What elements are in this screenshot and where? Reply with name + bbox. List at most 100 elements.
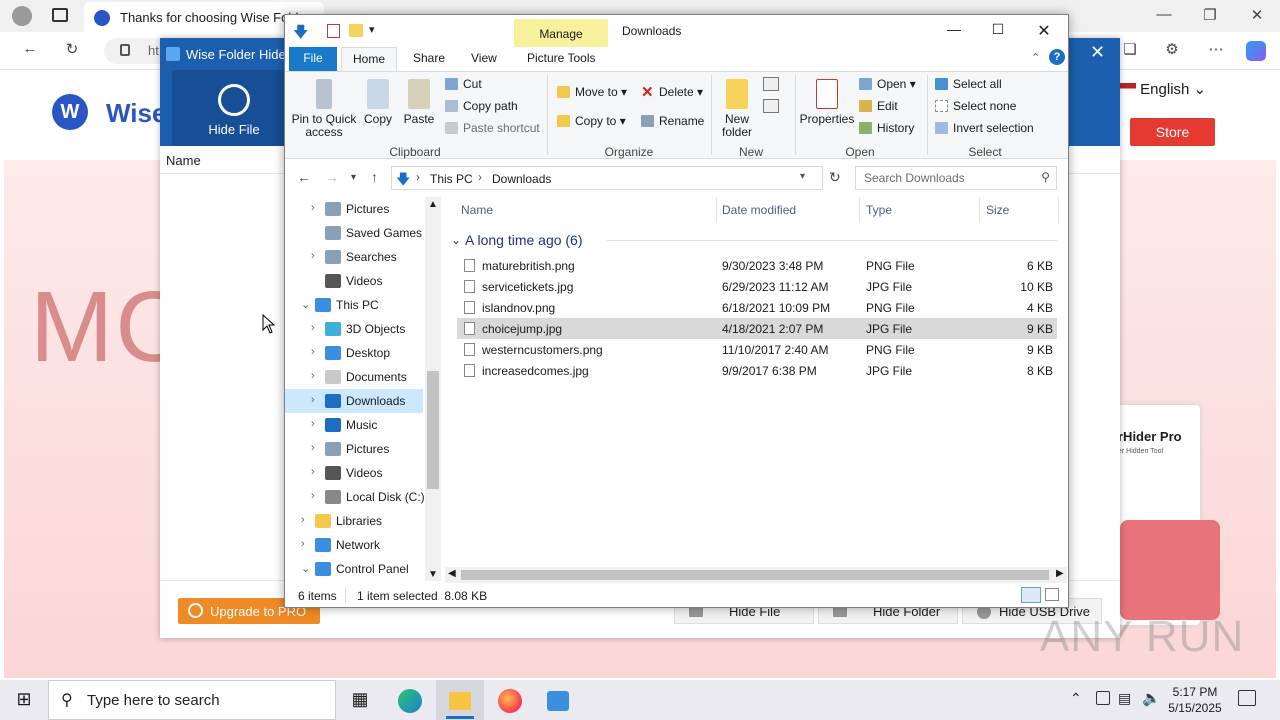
close-icon[interactable]: ✕ [1021, 21, 1067, 41]
tree-item-control-panel[interactable]: ⌄ Control Panel [285, 557, 423, 581]
chevron-right-icon[interactable]: › [311, 394, 315, 406]
tree-item-3d-objects[interactable]: › 3D Objects [285, 317, 423, 341]
tab-home[interactable]: Home [341, 47, 397, 72]
invert-selection-button[interactable]: Invert selection [935, 121, 1034, 135]
move-to-button[interactable]: Move to ▾ [557, 85, 627, 99]
tree-item-local-disk-c[interactable]: › Local Disk (C:) [285, 485, 425, 509]
tree-item-videos[interactable]: › Videos [285, 461, 423, 485]
properties-button[interactable]: Properties [799, 79, 855, 126]
nav-back-icon[interactable]: ← [297, 169, 311, 185]
taskbar-search-box[interactable]: ⚲ Type here to search [48, 680, 336, 720]
chevron-right-icon[interactable]: › [301, 514, 305, 526]
file-row[interactable]: servicetickets.jpg 6/29/2023 11:12 AM JPG … [457, 276, 1057, 297]
search-downloads-input[interactable]: Search Downloads ⚲ [855, 166, 1057, 190]
file-explorer-icon[interactable] [436, 680, 484, 720]
hscroll-left-icon[interactable]: ◀ [448, 568, 456, 579]
nav-scroll-up-icon[interactable]: ▲ [428, 199, 438, 210]
tab-actions-icon[interactable] [52, 8, 68, 22]
windows-start-icon[interactable]: ⊞ [0, 680, 48, 720]
tree-item-desktop[interactable]: › Desktop [285, 341, 423, 365]
select-none-button[interactable]: Select none [935, 99, 1016, 113]
rename-button[interactable]: Rename [641, 114, 704, 128]
language-selector[interactable]: English ⌄ [1120, 80, 1206, 98]
tree-item-videos[interactable]: Videos [285, 269, 423, 293]
cut-button[interactable]: Cut [445, 77, 482, 91]
restore-browser-icon[interactable]: ❐ [1198, 6, 1222, 24]
tree-item-saved-games[interactable]: Saved Games [285, 221, 423, 245]
back-icon[interactable]: ← [18, 40, 42, 57]
tab-picture-tools[interactable]: Picture Tools [527, 51, 595, 65]
firefox-icon[interactable] [486, 680, 534, 720]
column-separator[interactable] [979, 197, 980, 223]
network-icon[interactable]: ▤ [1118, 690, 1131, 707]
tree-item-pictures[interactable]: › Pictures [285, 197, 423, 221]
chevron-right-icon[interactable]: › [311, 466, 315, 478]
delete-button[interactable]: ✕ Delete ▾ [641, 84, 703, 101]
group-collapse-icon[interactable]: ⌄ [451, 233, 461, 247]
close-browser-icon[interactable]: ✕ [1245, 6, 1269, 24]
new-item-icon[interactable] [763, 77, 779, 91]
wfh-close-icon[interactable]: ✕ [1090, 42, 1105, 63]
taskbar-clock[interactable]: 5:17 PM 5/15/2025 [1160, 684, 1230, 716]
wise-logo-icon[interactable]: W [52, 94, 88, 130]
column-separator[interactable] [716, 197, 717, 223]
new-folder-qat-icon[interactable] [349, 24, 363, 37]
paste-shortcut-button[interactable]: Paste shortcut [445, 121, 540, 135]
tab-share[interactable]: Share [413, 51, 445, 65]
address-dropdown-icon[interactable]: ▾ [800, 171, 805, 182]
chevron-right-icon[interactable]: › [311, 322, 315, 334]
large-icons-view-icon[interactable] [1045, 588, 1059, 601]
history-button[interactable]: History [859, 121, 914, 135]
minimize-icon[interactable]: — [931, 21, 977, 37]
collections-icon[interactable]: ❏ [1118, 40, 1142, 58]
tree-item-pictures[interactable]: › Pictures [285, 437, 423, 461]
breadcrumb-downloads[interactable]: Downloads [492, 172, 551, 186]
volume-icon[interactable]: 🔈 [1142, 689, 1161, 707]
chevron-right-icon[interactable]: › [311, 202, 315, 214]
column-header-size[interactable]: Size [986, 203, 1009, 217]
tree-item-this-pc[interactable]: ⌄ This PC [285, 293, 423, 317]
copilot-icon[interactable] [1246, 41, 1266, 61]
more-menu-icon[interactable]: ⋯ [1204, 40, 1228, 58]
properties-qat-icon[interactable] [327, 24, 340, 38]
details-view-icon[interactable] [1021, 587, 1041, 603]
pin-quick-access-button[interactable]: Pin to Quick access [289, 79, 359, 139]
profile-icon[interactable] [12, 6, 32, 26]
ribbon-collapse-icon[interactable]: ⌃ [1031, 51, 1040, 64]
help-icon[interactable]: ? [1049, 49, 1065, 65]
edge-icon[interactable] [386, 680, 434, 720]
breadcrumb-this-pc[interactable]: This PC [430, 172, 473, 186]
chevron-right-icon[interactable]: › [311, 418, 315, 430]
up-icon[interactable]: ↑ [371, 169, 378, 185]
notifications-icon[interactable] [1238, 690, 1256, 706]
select-all-button[interactable]: Select all [935, 77, 1002, 91]
edit-button[interactable]: Edit [859, 99, 898, 113]
copy-button[interactable]: Copy [361, 79, 395, 126]
chevron-right-icon[interactable]: › [311, 490, 315, 502]
navigation-scroll-thumb[interactable] [427, 371, 439, 489]
wfh-column-name[interactable]: Name [166, 153, 201, 168]
store-button[interactable]: Store [1130, 118, 1215, 146]
open-button[interactable]: Open ▾ [859, 77, 916, 91]
tree-item-downloads[interactable]: › Downloads [285, 389, 423, 413]
hscroll-right-icon[interactable]: ▶ [1056, 568, 1064, 579]
hscroll-thumb[interactable] [461, 570, 1049, 580]
chevron-right-icon[interactable]: › [301, 538, 305, 550]
column-header-date[interactable]: Date modified [722, 203, 796, 217]
file-row[interactable]: islandnov.png 6/18/2021 10:09 PM PNG File 4… [457, 297, 1057, 318]
nav-forward-icon[interactable]: → [325, 169, 339, 185]
tree-item-music[interactable]: › Music [285, 413, 423, 437]
tree-item-documents[interactable]: › Documents [285, 365, 423, 389]
recent-locations-icon[interactable]: ▾ [351, 172, 356, 183]
new-folder-button[interactable]: New folder [715, 79, 759, 139]
task-view-icon[interactable]: ▦ [336, 680, 384, 720]
show-hidden-icons-icon[interactable]: ⌃ [1070, 690, 1082, 707]
chevron-right-icon[interactable]: › [311, 250, 315, 262]
refresh-icon[interactable]: ↻ [60, 40, 84, 58]
column-separator[interactable] [859, 197, 860, 223]
qat-customize-icon[interactable]: ▾ [369, 23, 375, 36]
copy-path-button[interactable]: Copy path [445, 99, 518, 113]
file-row[interactable]: choicejump.jpg 4/18/2021 2:07 PM JPG File 9… [457, 318, 1057, 339]
paste-button[interactable]: Paste [401, 79, 437, 126]
extensions-icon[interactable]: ⚙ [1160, 40, 1184, 58]
